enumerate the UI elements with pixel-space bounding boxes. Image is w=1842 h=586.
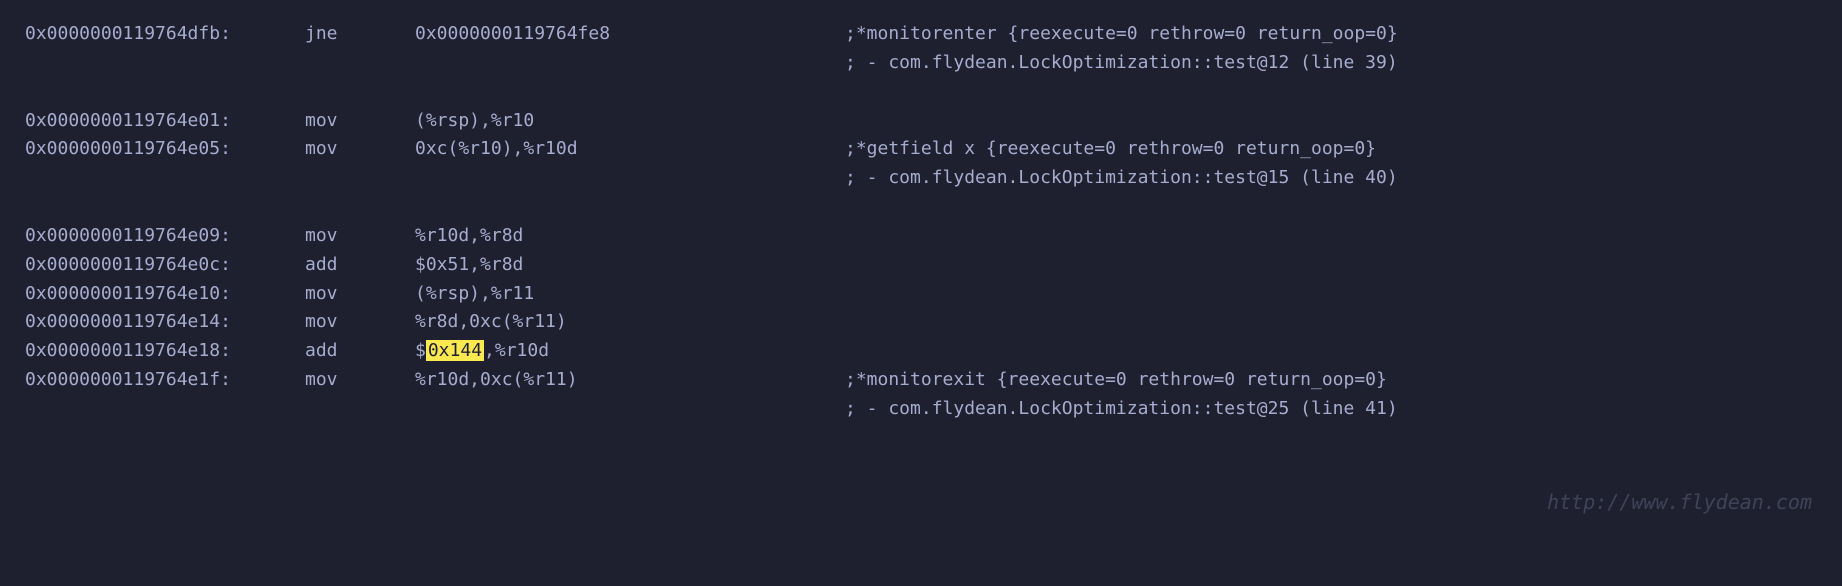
mnemonic: mov bbox=[305, 280, 415, 309]
address bbox=[25, 164, 305, 193]
operands bbox=[415, 395, 845, 424]
asm-row: 0x0000000119764e01:mov(%rsp),%r10 bbox=[25, 107, 1817, 136]
address: 0x0000000119764e09: bbox=[25, 222, 305, 251]
address: 0x0000000119764e10: bbox=[25, 280, 305, 309]
address bbox=[25, 49, 305, 78]
address: 0x0000000119764e01: bbox=[25, 107, 305, 136]
asm-row: 0x0000000119764e05:mov0xc(%r10),%r10d;*g… bbox=[25, 135, 1817, 164]
mnemonic: add bbox=[305, 337, 415, 366]
address: 0x0000000119764e0c: bbox=[25, 251, 305, 280]
address: 0x0000000119764e05: bbox=[25, 135, 305, 164]
asm-row: ; - com.flydean.LockOptimization::test@1… bbox=[25, 164, 1817, 193]
mnemonic: jne bbox=[305, 20, 415, 49]
operands bbox=[415, 164, 845, 193]
comment: ; - com.flydean.LockOptimization::test@1… bbox=[845, 164, 1817, 193]
asm-row: 0x0000000119764e09:mov%r10d,%r8d bbox=[25, 222, 1817, 251]
comment bbox=[845, 280, 1817, 309]
comment bbox=[845, 107, 1817, 136]
mnemonic: mov bbox=[305, 308, 415, 337]
address: 0x0000000119764dfb: bbox=[25, 20, 305, 49]
mnemonic bbox=[305, 49, 415, 78]
mnemonic: mov bbox=[305, 107, 415, 136]
asm-row: 0x0000000119764e1f:mov%r10d,0xc(%r11);*m… bbox=[25, 366, 1817, 395]
address: 0x0000000119764e1f: bbox=[25, 366, 305, 395]
asm-row: ; - com.flydean.LockOptimization::test@2… bbox=[25, 395, 1817, 424]
mnemonic: mov bbox=[305, 366, 415, 395]
asm-row: 0x0000000119764e14:mov%r8d,0xc(%r11) bbox=[25, 308, 1817, 337]
operands: %r10d,0xc(%r11) bbox=[415, 366, 845, 395]
search-highlight: 0x144 bbox=[426, 340, 484, 361]
asm-row: 0x0000000119764e10:mov(%rsp),%r11 bbox=[25, 280, 1817, 309]
blank-line bbox=[25, 78, 1817, 107]
asm-row: ; - com.flydean.LockOptimization::test@1… bbox=[25, 49, 1817, 78]
asm-row: 0x0000000119764dfb:jne0x0000000119764fe8… bbox=[25, 20, 1817, 49]
address: 0x0000000119764e14: bbox=[25, 308, 305, 337]
assembly-listing: 0x0000000119764dfb:jne0x0000000119764fe8… bbox=[25, 20, 1817, 424]
operands: (%rsp),%r11 bbox=[415, 280, 845, 309]
operands: 0xc(%r10),%r10d bbox=[415, 135, 845, 164]
operands: %r10d,%r8d bbox=[415, 222, 845, 251]
address: 0x0000000119764e18: bbox=[25, 337, 305, 366]
operands: $0x144,%r10d bbox=[415, 337, 845, 366]
comment: ;*monitorexit {reexecute=0 rethrow=0 ret… bbox=[845, 366, 1817, 395]
mnemonic: mov bbox=[305, 135, 415, 164]
mnemonic: add bbox=[305, 251, 415, 280]
operands: (%rsp),%r10 bbox=[415, 107, 845, 136]
asm-row: 0x0000000119764e0c:add$0x51,%r8d bbox=[25, 251, 1817, 280]
operands: %r8d,0xc(%r11) bbox=[415, 308, 845, 337]
comment bbox=[845, 251, 1817, 280]
comment bbox=[845, 308, 1817, 337]
mnemonic: mov bbox=[305, 222, 415, 251]
operands bbox=[415, 49, 845, 78]
address bbox=[25, 395, 305, 424]
mnemonic bbox=[305, 164, 415, 193]
comment: ;*monitorenter {reexecute=0 rethrow=0 re… bbox=[845, 20, 1817, 49]
comment: ; - com.flydean.LockOptimization::test@1… bbox=[845, 49, 1817, 78]
comment bbox=[845, 337, 1817, 366]
asm-row: 0x0000000119764e18:add$0x144,%r10d bbox=[25, 337, 1817, 366]
watermark-text: http://www.flydean.com bbox=[1547, 486, 1812, 518]
mnemonic bbox=[305, 395, 415, 424]
comment: ; - com.flydean.LockOptimization::test@2… bbox=[845, 395, 1817, 424]
operands: 0x0000000119764fe8 bbox=[415, 20, 845, 49]
operands: $0x51,%r8d bbox=[415, 251, 845, 280]
blank-line bbox=[25, 193, 1817, 222]
comment bbox=[845, 222, 1817, 251]
comment: ;*getfield x {reexecute=0 rethrow=0 retu… bbox=[845, 135, 1817, 164]
